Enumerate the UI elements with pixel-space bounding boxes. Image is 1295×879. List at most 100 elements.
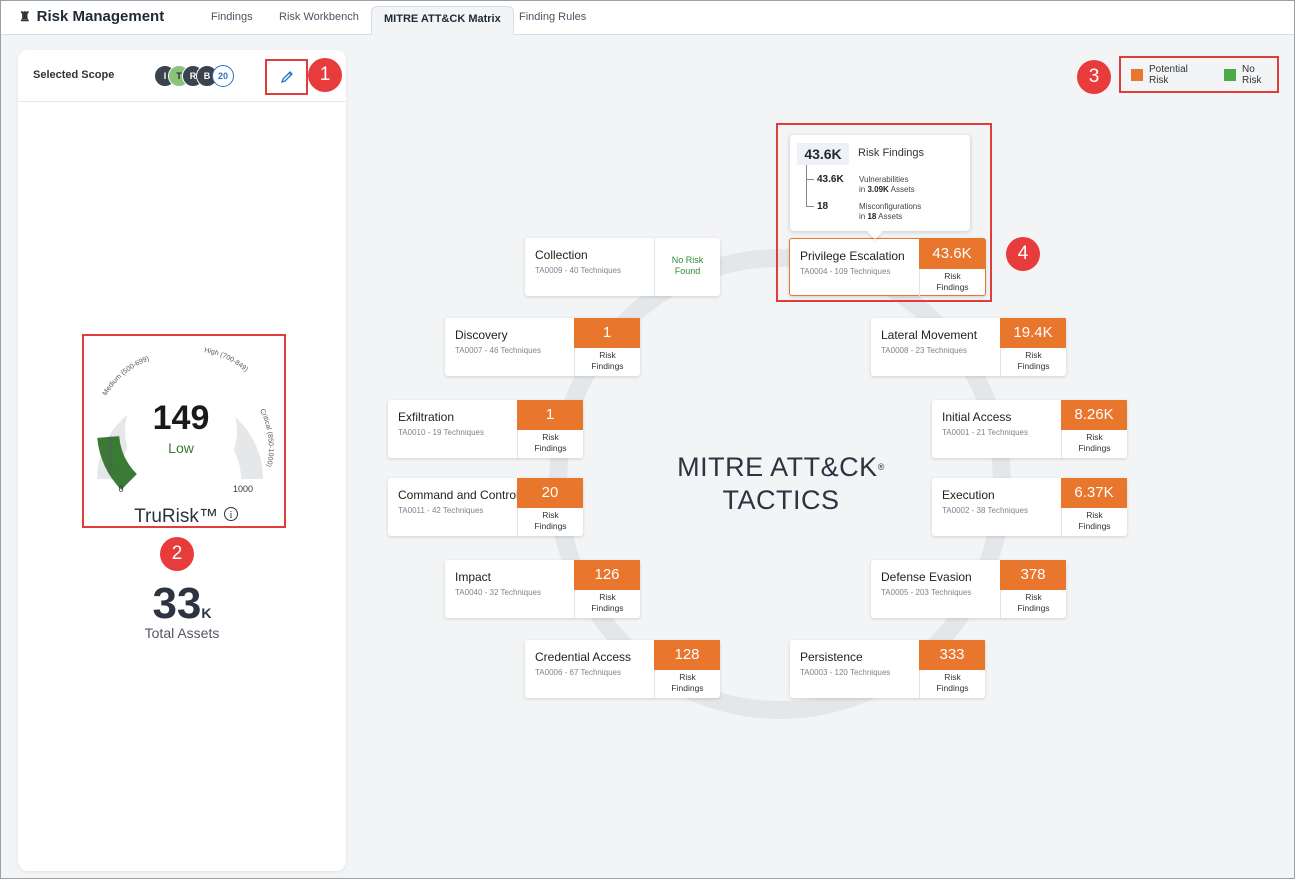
top-bar: ♜ Risk Management Findings Risk Workbenc… <box>1 1 1294 35</box>
tooltip-title: Risk Findings <box>858 147 925 159</box>
trurisk-gauge: 149 Low Low (0-499) Medium (500-699) Hig… <box>97 347 274 526</box>
risk-findings-label: Risk Findings <box>1000 348 1066 376</box>
tactic-card-collection[interactable]: Collection TA0009 - 40 Techniques No Ris… <box>525 238 720 296</box>
risk-findings-count: 128 <box>654 640 720 670</box>
risk-findings-count: 378 <box>1000 560 1066 590</box>
tactic-name: Lateral Movement <box>881 328 978 342</box>
tactic-card-discovery[interactable]: Discovery TA0007 - 46 Techniques 1 Risk F… <box>445 318 640 376</box>
risk-findings-label: Risk Findings <box>1000 590 1066 618</box>
risk-findings-label: Risk Findings <box>1061 508 1127 536</box>
legend-potential-risk: Potential Risk <box>1148 63 1188 86</box>
tactic-name: Execution <box>942 488 995 502</box>
tactic-techniques: TA0002 - 38 Techniques <box>942 506 1028 515</box>
tactic-name: Impact <box>455 570 492 584</box>
tactic-card-persistence[interactable]: Persistence TA0003 - 120 Techniques 333 … <box>790 640 985 698</box>
total-assets: 33K Total Assets <box>1 579 363 641</box>
tactic-techniques: TA0040 - 32 Techniques <box>455 588 541 597</box>
callout-3: 3 <box>1077 60 1111 94</box>
trurisk-level: Low <box>168 440 195 456</box>
potential-risk-swatch <box>1131 68 1143 81</box>
band-high-label: High (700-849) <box>204 347 249 373</box>
tactic-techniques: TA0005 - 203 Techniques <box>881 588 972 597</box>
tactic-techniques: TA0009 - 40 Techniques <box>535 266 621 275</box>
tooltip-tree-tick <box>806 179 814 180</box>
tooltip-vuln-count: 43.6K <box>817 174 844 185</box>
trurisk-title: TruRisk™ <box>134 506 218 526</box>
gauge-min: 0 <box>118 484 123 494</box>
risk-findings-label: Risk Findings <box>574 590 640 618</box>
tactic-techniques: TA0007 - 46 Techniques <box>455 346 541 355</box>
no-risk-found: No Risk Found <box>654 238 720 296</box>
risk-findings-count: 8.26K <box>1061 400 1127 430</box>
tab-mitre-attack-matrix[interactable]: MITRE ATT&CK Matrix <box>371 6 514 35</box>
risk-findings-label: Risk Findings <box>654 670 720 698</box>
tooltip-total: 43.6K <box>797 143 849 165</box>
total-assets-label: Total Assets <box>144 625 220 641</box>
tactic-name: Credential Access <box>535 650 632 664</box>
center-title-line1: MITRE ATT&CK <box>677 452 878 482</box>
edit-scope-button[interactable] <box>265 59 308 95</box>
tactic-name: Persistence <box>800 650 863 664</box>
app-title-text: Risk Management <box>36 8 165 25</box>
tactic-card-exfiltration[interactable]: Exfiltration TA0010 - 19 Techniques 1 Ri… <box>388 400 583 458</box>
tactic-card-impact[interactable]: Impact TA0040 - 32 Techniques 126 Risk Fi… <box>445 560 640 618</box>
risk-findings-tooltip: 43.6K Risk Findings 43.6K Vulnerabilitie… <box>790 135 970 231</box>
tactic-card-credential-access[interactable]: Credential Access TA0006 - 67 Techniques… <box>525 640 720 698</box>
tab-finding-rules[interactable]: Finding Rules <box>519 11 586 23</box>
mitre-tactics-title: MITRE ATT&CK® TACTICS <box>641 451 921 517</box>
tactic-name: Initial Access <box>942 410 1012 424</box>
tactic-techniques: TA0003 - 120 Techniques <box>800 668 891 677</box>
app-title: ♜ Risk Management <box>19 8 164 25</box>
tactic-name: Discovery <box>455 328 508 342</box>
tactic-techniques: TA0010 - 19 Techniques <box>398 428 484 437</box>
tactic-techniques: TA0006 - 67 Techniques <box>535 668 621 677</box>
trurisk-score: 149 <box>153 399 210 437</box>
tooltip-tree-tick <box>806 206 814 207</box>
risk-findings-count: 333 <box>919 640 985 670</box>
risk-findings-count: 1 <box>574 318 640 348</box>
pencil-icon <box>280 71 293 84</box>
tooltip-misc-desc: Misconfigurations in 18 Assets <box>859 202 922 221</box>
tactic-name: Defense Evasion <box>881 570 972 584</box>
scope-chip-count[interactable]: 20 <box>212 65 234 87</box>
selected-scope-label: Selected Scope <box>33 69 115 81</box>
band-critical-label: Critical (850-1000) <box>258 408 274 468</box>
risk-management-icon: ♜ <box>19 8 31 24</box>
callout-4: 4 <box>1006 237 1040 271</box>
risk-findings-label: Risk Findings <box>919 670 985 698</box>
selected-scope-row: Selected Scope I T R B 20 <box>18 50 346 102</box>
callout-1: 1 <box>308 58 342 92</box>
tooltip-tree-line <box>806 165 807 207</box>
risk-findings-label: Risk Findings <box>517 508 583 536</box>
callout-2: 2 <box>160 537 194 571</box>
risk-findings-count: 19.4K <box>1000 318 1066 348</box>
tooltip-vuln-desc: Vulnerabilities in 3.09K Assets <box>859 175 915 194</box>
risk-findings-count: 126 <box>574 560 640 590</box>
tactic-card-command-and-control[interactable]: Command and Control TA0011 - 42 Techniqu… <box>388 478 583 536</box>
registered-mark: ® <box>877 462 885 472</box>
tactic-techniques: TA0001 - 21 Techniques <box>942 428 1028 437</box>
risk-findings-count: 1 <box>517 400 583 430</box>
risk-findings-label: Risk Findings <box>517 430 583 458</box>
tactic-card-initial-access[interactable]: Initial Access TA0001 - 21 Techniques 8.… <box>932 400 1127 458</box>
risk-findings-label: Risk Findings <box>1061 430 1127 458</box>
tactic-card-lateral-movement[interactable]: Lateral Movement TA0008 - 23 Techniques … <box>871 318 1066 376</box>
tactic-techniques: TA0008 - 23 Techniques <box>881 346 967 355</box>
gauge-max: 1000 <box>233 484 253 494</box>
svg-text:i: i <box>230 510 233 521</box>
total-assets-unit: K <box>201 605 212 621</box>
center-title-line2: TACTICS <box>722 485 840 515</box>
legend-no-risk: No Risk <box>1242 63 1262 86</box>
info-icon[interactable]: i <box>224 507 238 522</box>
tactic-card-defense-evasion[interactable]: Defense Evasion TA0005 - 203 Techniques … <box>871 560 1066 618</box>
tactic-name: Exfiltration <box>398 410 455 424</box>
tactic-name: Command and Control <box>398 488 519 502</box>
tactic-name: Collection <box>535 248 588 262</box>
tactic-card-execution[interactable]: Execution TA0002 - 38 Techniques 6.37K R… <box>932 478 1127 536</box>
tab-risk-workbench[interactable]: Risk Workbench <box>279 11 359 23</box>
no-risk-swatch <box>1224 68 1237 81</box>
tab-findings[interactable]: Findings <box>211 11 253 23</box>
legend: Potential Risk No Risk <box>1119 56 1279 93</box>
risk-findings-count: 20 <box>517 478 583 508</box>
tooltip-misc-count: 18 <box>817 201 829 212</box>
